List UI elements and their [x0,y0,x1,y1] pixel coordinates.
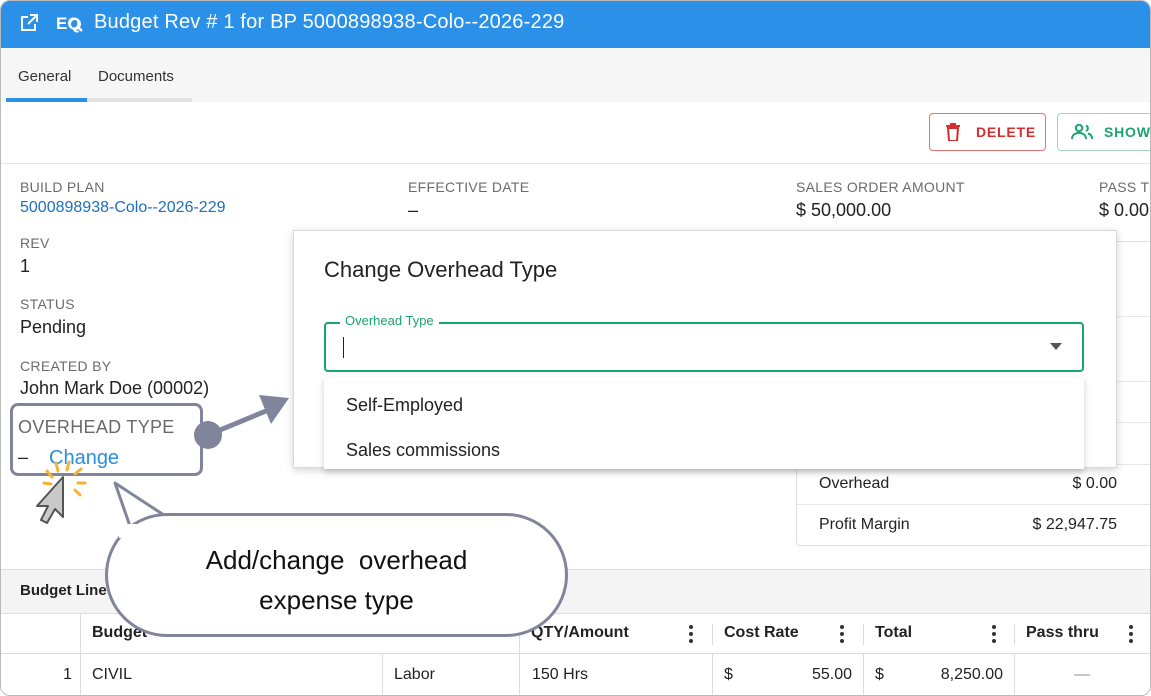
show-button[interactable]: SHOW [1057,113,1151,151]
column-divider [519,654,520,695]
callout-line-1: Add/change overhead [205,545,468,575]
profit-margin-amount: $ 22,947.75 [1032,516,1117,533]
column-divider [80,654,81,695]
column-total[interactable]: Total [875,624,912,642]
pass-thru-label: PASS T [1099,179,1150,195]
budget-lines-title: Budget Line [20,582,107,599]
dropdown-arrow-icon[interactable] [1050,343,1062,350]
table-row[interactable]: 1 CIVIL Labor 150 Hrs $ 55.00 $ 8,250.00… [1,654,1150,695]
sales-order-amount-value: $ 50,000.00 [796,200,892,220]
created-by-label: CREATED BY [20,358,112,374]
column-menu-icon[interactable] [689,625,693,646]
overhead-type-options: Self-Employed Sales commissions [324,377,1084,469]
cell-budget: CIVIL [92,666,133,683]
cell-rate-currency: $ [724,666,733,683]
column-divider [80,614,81,655]
click-cursor-icon [36,460,87,524]
people-icon [1071,124,1093,140]
column-divider [1014,624,1015,645]
overhead-label: Overhead [819,475,890,492]
dialog-title: Change Overhead Type [324,257,558,282]
cell-total-currency: $ [875,666,884,683]
cell-pass-thru: — [1074,666,1090,683]
eq-search-icon[interactable]: EQ [55,10,83,36]
trash-icon [946,123,960,141]
show-button-label: SHOW [1104,124,1151,140]
column-menu-icon[interactable] [840,625,844,646]
column-pass-thru[interactable]: Pass thru [1026,624,1099,642]
window-title: Budget Rev # 1 for BP 5000898938-Colo--2… [94,11,565,33]
cell-type: Labor [394,666,435,683]
overhead-amount: $ 0.00 [1072,475,1117,492]
status-label: STATUS [20,296,75,312]
column-divider [863,654,864,695]
tab-documents[interactable]: Documents [98,68,174,85]
build-plan-link[interactable]: 5000898938-Colo--2026-229 [20,199,226,217]
tab-bar: General Documents [1,48,1150,102]
callout-line-2: expense type [259,585,414,615]
delete-button-label: DELETE [976,124,1037,140]
effective-date-label: EFFECTIVE DATE [408,179,530,195]
column-qty[interactable]: QTY/Amount [531,624,629,642]
created-by-value: John Mark Doe (00002) [20,378,210,398]
callout-text: Add/change overhead expense type [108,540,565,620]
open-external-icon[interactable] [17,11,41,35]
build-plan-label: BUILD PLAN [20,179,105,195]
option-sales-commissions[interactable]: Sales commissions [346,440,500,461]
rev-value: 1 [20,256,31,276]
sales-order-amount-label: SALES ORDER AMOUNT [796,179,965,195]
column-divider [863,624,864,645]
column-divider [1014,654,1015,695]
text-caret [343,337,344,358]
column-divider [712,624,713,645]
overhead-type-field-label: Overhead Type [340,313,439,328]
app-window: EQ Budget Rev # 1 for BP 5000898938-Colo… [0,0,1151,696]
tab-general[interactable]: General [18,68,71,85]
change-overhead-dialog: Change Overhead Type Overhead Type Self-… [293,230,1117,469]
overhead-type-select[interactable]: Overhead Type [324,313,1084,372]
column-cost-rate[interactable]: Cost Rate [724,624,799,642]
delete-button[interactable]: DELETE [929,113,1046,151]
cell-qty: 150 Hrs [532,666,589,683]
column-menu-icon[interactable] [1129,625,1133,646]
pointer-arrow-icon [194,395,289,449]
status-value: Pending [20,317,87,337]
summary-row-overhead: Overhead $ 0.00 [797,464,1150,504]
cell-total: 8,250.00 [940,666,1003,683]
callout-tail-join [119,524,179,538]
column-divider [712,654,713,695]
title-bar: EQ Budget Rev # 1 for BP 5000898938-Colo… [1,1,1150,48]
option-self-employed[interactable]: Self-Employed [346,395,463,416]
summary-row-profit-margin: Profit Margin $ 22,947.75 [797,504,1150,544]
toolbar: DELETE SHOW [1,102,1150,164]
row-number: 1 [63,666,72,683]
cell-cost-rate: 55.00 [811,666,852,683]
rev-label: REV [20,235,50,251]
effective-date-value: – [408,200,419,220]
svg-text:EQ: EQ [56,14,81,33]
profit-margin-label: Profit Margin [819,516,910,533]
column-divider [382,654,383,695]
column-menu-icon[interactable] [992,625,996,646]
pass-thru-value: $ 0.00 [1099,200,1150,220]
